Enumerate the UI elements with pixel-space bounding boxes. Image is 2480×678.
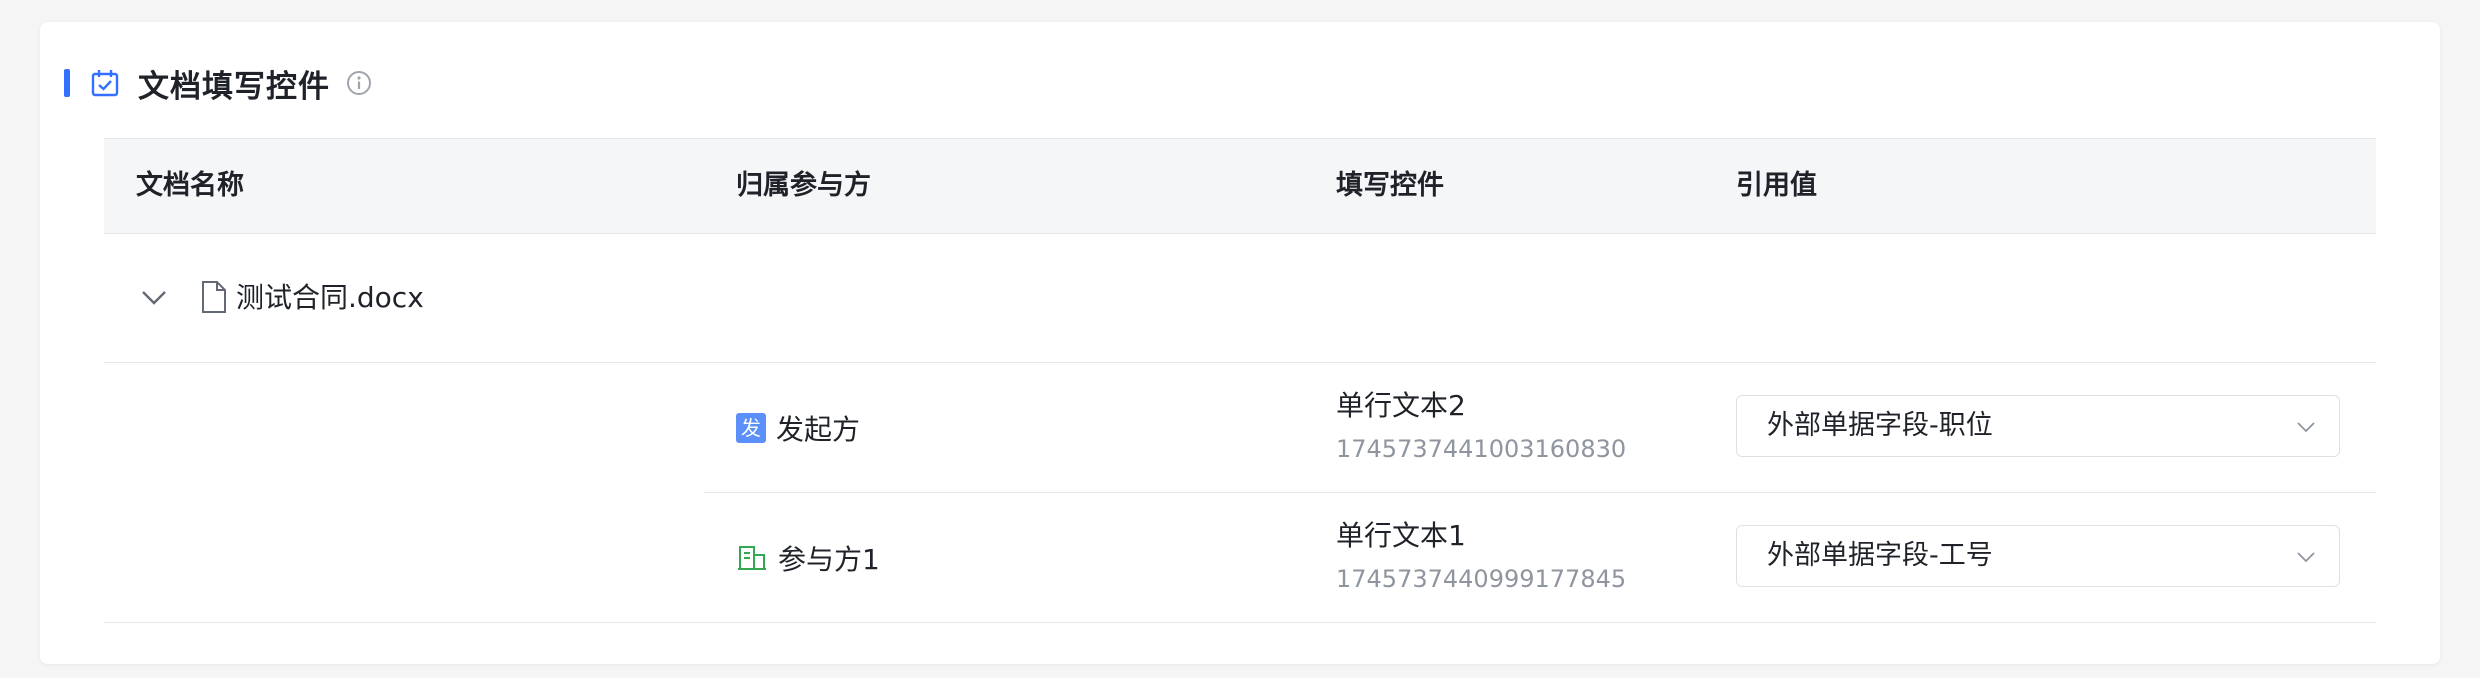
party-name: 参与方1 [778, 542, 880, 576]
chevron-down-icon[interactable] [136, 280, 172, 316]
table-header: 文档名称 归属参与方 填写控件 引用值 [104, 138, 2376, 234]
field-cell: 单行文本2 1745737441003160830 [1336, 387, 1626, 467]
table-row: 参与方1 单行文本1 1745737440999177845 外部单据字段-工号 [704, 493, 2376, 623]
info-icon[interactable] [344, 68, 374, 98]
section-title: 文档填写控件 [138, 68, 330, 105]
document-name: 测试合同.docx [236, 281, 424, 314]
column-header-field: 填写控件 [1336, 170, 1444, 201]
org-building-icon [736, 543, 768, 573]
chevron-down-icon [2297, 552, 2315, 563]
field-name: 单行文本2 [1336, 389, 1466, 422]
field-id: 1745737440999177845 [1336, 565, 1627, 593]
ref-value-select[interactable]: 外部单据字段-职位 [1736, 395, 2340, 457]
table-row: 发 发起方 单行文本2 1745737441003160830 外部单据字段-职… [704, 363, 2376, 493]
field-cell: 单行文本1 1745737440999177845 [1336, 517, 1626, 597]
chevron-down-icon [2297, 422, 2315, 433]
file-icon [202, 281, 226, 313]
field-name: 单行文本1 [1336, 519, 1466, 552]
initiator-badge: 发 [736, 412, 766, 443]
party-cell: 参与方1 [736, 493, 880, 622]
section-header: 文档填写控件 [64, 60, 374, 106]
ref-value-selected: 外部单据字段-工号 [1767, 540, 1993, 571]
field-id: 1745737441003160830 [1336, 435, 1627, 463]
ref-value-select[interactable]: 外部单据字段-工号 [1736, 525, 2340, 587]
form-controls-table: 文档名称 归属参与方 填写控件 引用值 测试合同.docx 发 发起方 单行文本… [104, 138, 2376, 623]
document-group-row: 测试合同.docx [104, 234, 2376, 363]
section-accent-bar [64, 69, 70, 97]
party-cell: 发 发起方 [736, 363, 860, 492]
column-header-party: 归属参与方 [736, 170, 871, 201]
party-name: 发起方 [776, 412, 861, 446]
form-control-icon [88, 66, 122, 100]
column-header-doc-name: 文档名称 [136, 170, 244, 201]
column-header-ref-value: 引用值 [1736, 170, 1817, 201]
ref-value-selected: 外部单据字段-职位 [1767, 410, 1993, 441]
